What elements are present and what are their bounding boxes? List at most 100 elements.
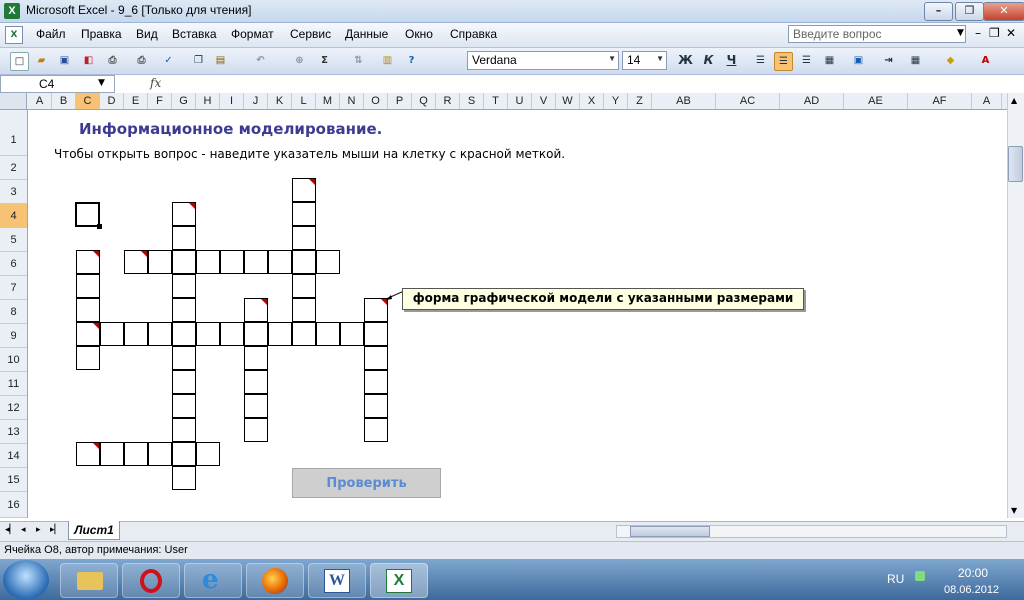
column-header-o[interactable]: O (364, 93, 388, 109)
excel-app-icon[interactable]: X (4, 3, 20, 19)
column-header-ae[interactable]: AE (844, 93, 908, 109)
crossword-cell-k9[interactable] (268, 322, 292, 346)
undo-icon[interactable]: ↶ (252, 52, 269, 69)
font-dropdown-icon[interactable]: ▼ (608, 54, 616, 63)
column-header-k[interactable]: K (268, 93, 292, 109)
crossword-cell-h9[interactable] (196, 322, 220, 346)
next-sheet-icon[interactable]: ▸ (36, 525, 41, 535)
crossword-cell-j8[interactable] (244, 298, 268, 322)
indent-icon[interactable]: ⇥ (880, 52, 897, 69)
crossword-cell-j13[interactable] (244, 418, 268, 442)
font-color-icon[interactable]: A (977, 52, 994, 69)
crossword-cell-f6[interactable] (148, 250, 172, 274)
column-header-e[interactable]: E (124, 93, 148, 109)
align-right-icon[interactable]: ☰ (798, 52, 815, 69)
crossword-cell-g6[interactable] (172, 250, 196, 274)
column-header-ad[interactable]: AD (780, 93, 844, 109)
print-preview-icon[interactable]: ⎙ (104, 52, 121, 69)
row-header-14[interactable]: 14 (0, 444, 27, 468)
crossword-cell-l4[interactable] (292, 202, 316, 226)
crossword-cell-l9[interactable] (292, 322, 316, 346)
crossword-cell-l8[interactable] (292, 298, 316, 322)
crossword-cell-i6[interactable] (220, 250, 244, 274)
font-name-select[interactable]: Verdana ▼ (467, 51, 619, 70)
explorer-taskbar-button[interactable] (60, 563, 118, 598)
sheet-tab-list1[interactable]: Лист1 (68, 521, 120, 540)
column-header-u[interactable]: U (508, 93, 532, 109)
row-header-16[interactable]: 16 (0, 492, 27, 518)
crossword-cell-f9[interactable] (148, 322, 172, 346)
crossword-cell-j10[interactable] (244, 346, 268, 370)
crossword-cell-g15[interactable] (172, 466, 196, 490)
word-taskbar-button[interactable]: W (308, 563, 366, 598)
fill-color-icon[interactable]: ◆ (942, 52, 959, 69)
column-header-n[interactable]: N (340, 93, 364, 109)
crossword-cell-o10[interactable] (364, 346, 388, 370)
column-header-w[interactable]: W (556, 93, 580, 109)
document-icon[interactable]: X (5, 26, 23, 44)
crossword-cell-g10[interactable] (172, 346, 196, 370)
crossword-cell-e14[interactable] (124, 442, 148, 466)
row-header-13[interactable]: 13 (0, 420, 27, 444)
crossword-cell-l7[interactable] (292, 274, 316, 298)
maximize-button[interactable]: ❐ (955, 2, 984, 21)
ie-taskbar-button[interactable]: e (184, 563, 242, 598)
crossword-cell-g5[interactable] (172, 226, 196, 250)
select-all-corner[interactable] (0, 93, 27, 109)
excel-taskbar-button[interactable]: X (370, 563, 428, 598)
column-header-a[interactable]: A (28, 93, 52, 109)
crossword-cell-l6[interactable] (292, 250, 316, 274)
column-header-m[interactable]: M (316, 93, 340, 109)
crossword-cell-g9[interactable] (172, 322, 196, 346)
crossword-cell-c10[interactable] (76, 346, 100, 370)
crossword-cell-d9[interactable] (100, 322, 124, 346)
crossword-cell-h14[interactable] (196, 442, 220, 466)
language-indicator[interactable]: RU (887, 572, 904, 586)
new-icon[interactable]: □ (10, 52, 29, 71)
hyperlink-icon[interactable]: ⊕ (291, 52, 308, 69)
crossword-cell-j6[interactable] (244, 250, 268, 274)
menu-format[interactable]: Формат (231, 27, 274, 41)
crossword-cell-i9[interactable] (220, 322, 244, 346)
crossword-cell-o8[interactable] (364, 298, 388, 322)
check-button[interactable]: Проверить (292, 468, 441, 498)
vertical-scroll-thumb[interactable] (1008, 146, 1023, 182)
menu-file[interactable]: Файл (36, 27, 66, 41)
start-button[interactable] (3, 560, 49, 600)
crossword-cell-l5[interactable] (292, 226, 316, 250)
prev-sheet-icon[interactable]: ◂ (21, 525, 26, 535)
column-header-i[interactable]: I (220, 93, 244, 109)
first-sheet-icon[interactable]: ◂▏ (5, 525, 16, 535)
print-icon[interactable]: ⎙ (133, 52, 150, 69)
scroll-down-icon[interactable]: ▼ (1011, 506, 1017, 515)
crossword-cell-m9[interactable] (316, 322, 340, 346)
column-header-r[interactable]: R (436, 93, 460, 109)
crossword-cell-c6[interactable] (76, 250, 100, 274)
crossword-cell-g14[interactable] (172, 442, 196, 466)
crossword-cell-e6[interactable] (124, 250, 148, 274)
autosum-icon[interactable]: Σ (316, 52, 333, 69)
menu-insert[interactable]: Вставка (172, 27, 217, 41)
doc-restore-icon[interactable]: ❐ (989, 26, 1000, 40)
crossword-cell-h6[interactable] (196, 250, 220, 274)
crossword-cell-g12[interactable] (172, 394, 196, 418)
row-header-2[interactable]: 2 (0, 156, 27, 180)
menu-view[interactable]: Вид (136, 27, 158, 41)
crossword-cell-m6[interactable] (316, 250, 340, 274)
row-header-9[interactable]: 9 (0, 324, 27, 348)
crossword-cell-k6[interactable] (268, 250, 292, 274)
row-header-1[interactable]: 1 (0, 110, 27, 156)
menu-edit[interactable]: Правка (81, 27, 122, 41)
crossword-cell-g8[interactable] (172, 298, 196, 322)
open-icon[interactable]: ▰ (33, 52, 50, 69)
row-header-15[interactable]: 15 (0, 468, 27, 492)
firefox-taskbar-button[interactable] (246, 563, 304, 598)
crossword-cell-c7[interactable] (76, 274, 100, 298)
crossword-cell-e9[interactable] (124, 322, 148, 346)
row-header-4[interactable]: 4 (0, 204, 27, 228)
permission-icon[interactable]: ◧ (80, 52, 97, 69)
column-header-j[interactable]: J (244, 93, 268, 109)
save-icon[interactable]: ▣ (56, 52, 73, 69)
crossword-cell-c14[interactable] (76, 442, 100, 466)
scroll-up-icon[interactable]: ▲ (1011, 96, 1017, 105)
